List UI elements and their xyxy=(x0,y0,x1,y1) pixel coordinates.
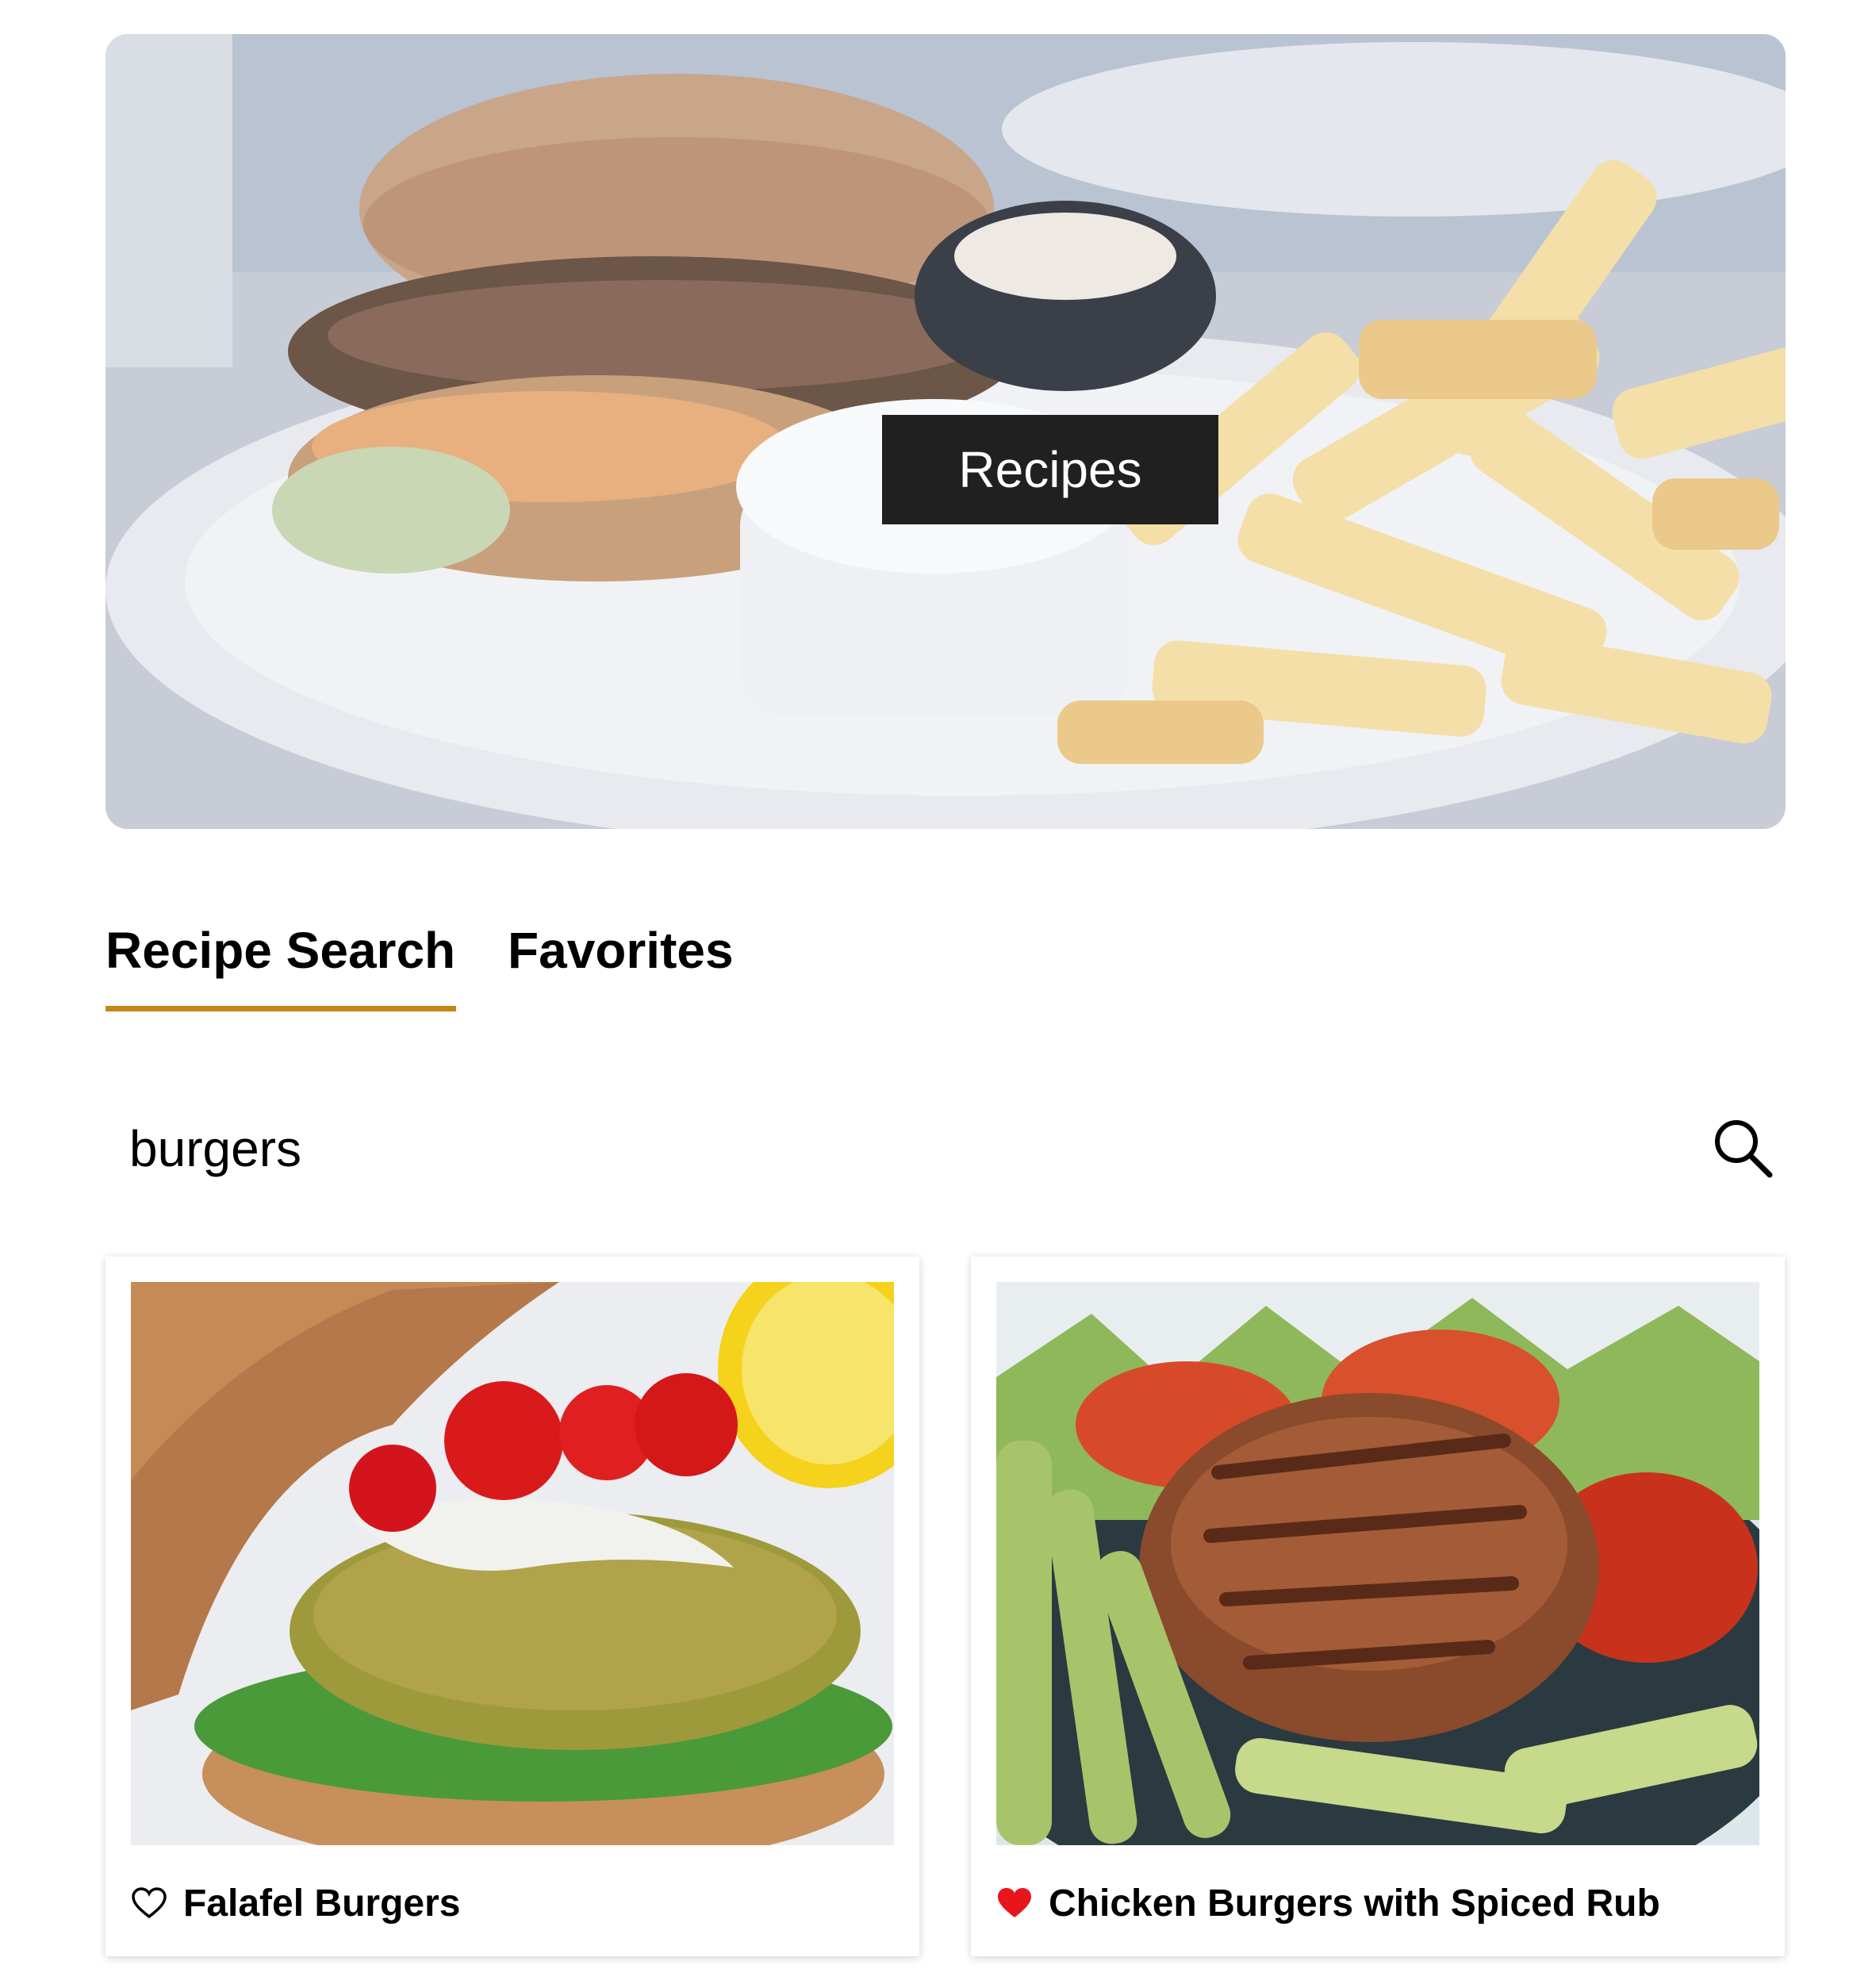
tab-recipe-search[interactable]: Recipe Search xyxy=(105,920,455,981)
heart-filled-icon[interactable] xyxy=(996,1886,1033,1920)
recipe-title[interactable]: Chicken Burgers with Spiced Rub xyxy=(1049,1882,1660,1925)
recipe-image-chicken[interactable] xyxy=(996,1282,1759,1845)
hero-title: Recipes xyxy=(882,415,1218,524)
recipe-card-footer: Falafel Burgers xyxy=(131,1875,460,1931)
search-bar xyxy=(105,1107,1786,1195)
recipe-card[interactable]: Chicken Burgers with Spiced Rub xyxy=(971,1257,1785,1956)
falafel-burger-photo xyxy=(131,1282,894,1845)
active-tab-indicator xyxy=(105,1006,456,1011)
recipe-title[interactable]: Falafel Burgers xyxy=(183,1882,460,1925)
search-button[interactable] xyxy=(1708,1113,1779,1184)
recipe-image-falafel[interactable] xyxy=(131,1282,894,1845)
heart-outline-icon[interactable] xyxy=(131,1886,167,1920)
recipe-card-footer: Chicken Burgers with Spiced Rub xyxy=(996,1875,1660,1931)
recipe-card[interactable]: Falafel Burgers xyxy=(105,1257,919,1956)
hero-banner: Recipes xyxy=(105,34,1786,829)
tab-favorites[interactable]: Favorites xyxy=(508,920,734,981)
search-input[interactable] xyxy=(129,1113,1636,1184)
chicken-burger-photo xyxy=(996,1282,1759,1845)
search-icon xyxy=(1715,1120,1773,1178)
